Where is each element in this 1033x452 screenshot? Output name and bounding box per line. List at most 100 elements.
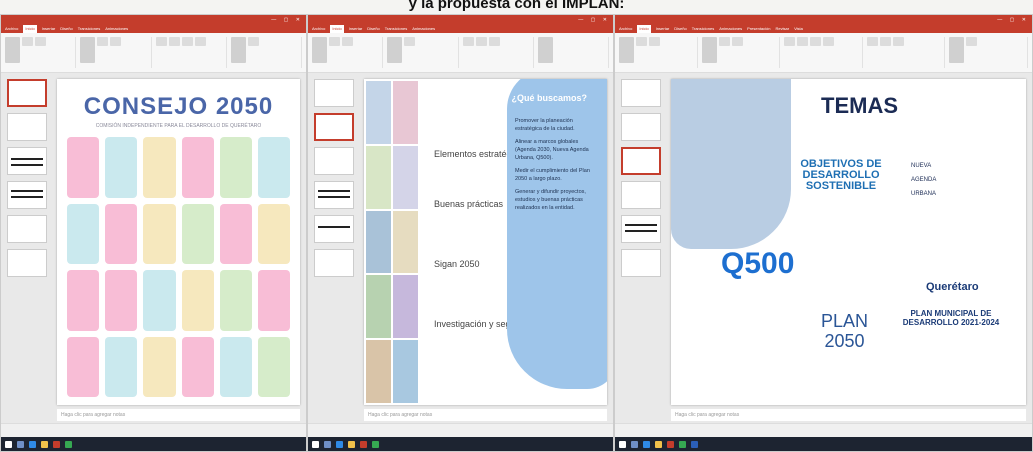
new-slide-button[interactable] [387, 37, 403, 63]
paste-button[interactable] [312, 37, 327, 63]
search-icon[interactable] [631, 440, 638, 448]
section-button[interactable] [731, 37, 743, 46]
italic-button[interactable] [797, 37, 809, 46]
tab-insert[interactable]: Insertar [42, 25, 56, 33]
tab-insert[interactable]: Insertar [656, 25, 670, 33]
tab-design[interactable]: Diseño [674, 25, 686, 33]
slide-thumbnail[interactable] [7, 147, 47, 175]
tab-file[interactable]: Archivo [312, 25, 325, 33]
tab-insert[interactable]: Insertar [349, 25, 363, 33]
window-controls[interactable]: — ▢ ✕ [271, 15, 303, 25]
slide-thumbnail[interactable] [621, 147, 661, 175]
edge-icon[interactable] [29, 440, 36, 448]
tab-transitions[interactable]: Transiciones [385, 25, 408, 33]
slide-thumbnail[interactable] [314, 249, 354, 277]
tab-slideshow[interactable]: Presentación [747, 25, 770, 33]
arrange-button[interactable] [966, 37, 978, 46]
tab-file[interactable]: Archivo [619, 25, 632, 33]
slide-thumbnail[interactable] [314, 147, 354, 175]
layout-button[interactable] [404, 37, 416, 46]
bullets-button[interactable] [866, 37, 878, 46]
new-slide-button[interactable] [80, 37, 96, 63]
slide-canvas[interactable]: TEMAS OBJETIVOS DE DESARROLLO SOSTENIBLE… [671, 79, 1026, 405]
layout-button[interactable] [718, 37, 730, 46]
slide-thumbnail[interactable] [7, 113, 47, 141]
paste-button[interactable] [5, 37, 20, 63]
folder-icon[interactable] [348, 440, 355, 448]
tab-home[interactable]: Inicio [330, 25, 344, 33]
folder-icon[interactable] [655, 440, 662, 448]
font-color-button[interactable] [194, 37, 206, 46]
copy-button[interactable] [649, 37, 660, 46]
notes-pane[interactable]: Haga clic para agregar notas [364, 409, 607, 421]
slide-thumbnail[interactable] [621, 113, 661, 141]
window-controls[interactable]: — ▢ ✕ [997, 15, 1029, 25]
slide-thumbnail[interactable] [7, 181, 47, 209]
search-icon[interactable] [324, 440, 331, 448]
new-slide-button[interactable] [701, 37, 717, 63]
italic-button[interactable] [168, 37, 180, 46]
shapes-button[interactable] [230, 37, 246, 63]
start-icon[interactable] [619, 440, 626, 448]
powerpoint-icon[interactable] [360, 440, 367, 448]
slide-thumbnail[interactable] [621, 79, 661, 107]
notes-pane[interactable]: Haga clic para agregar notas [671, 409, 1026, 421]
tab-file[interactable]: Archivo [5, 25, 18, 33]
shapes-button[interactable] [537, 37, 553, 63]
tab-home[interactable]: Inicio [23, 25, 37, 33]
search-icon[interactable] [17, 440, 24, 448]
slide-thumbnail[interactable] [314, 181, 354, 209]
tab-transitions[interactable]: Transiciones [692, 25, 715, 33]
copy-button[interactable] [35, 37, 46, 46]
bold-button[interactable] [462, 37, 474, 46]
copy-button[interactable] [342, 37, 353, 46]
slide-thumbnail[interactable] [7, 249, 47, 277]
slide-canvas[interactable]: Elementos estratégicos Buenas prácticas … [364, 79, 607, 405]
cut-button[interactable] [329, 37, 340, 46]
shapes-button[interactable] [949, 37, 965, 63]
slide-thumbnail[interactable] [7, 79, 47, 107]
chrome-icon[interactable] [679, 440, 686, 448]
layout-button[interactable] [97, 37, 109, 46]
slide-canvas[interactable]: CONSEJO 2050 COMISIÓN INDEPENDIENTE PARA… [57, 79, 300, 405]
window-controls[interactable]: — ▢ ✕ [578, 15, 610, 25]
tab-design[interactable]: Diseño [60, 25, 72, 33]
powerpoint-icon[interactable] [667, 440, 674, 448]
start-icon[interactable] [312, 440, 319, 448]
edge-icon[interactable] [643, 440, 650, 448]
slide-thumbnail[interactable] [314, 79, 354, 107]
tab-home[interactable]: Inicio [637, 25, 651, 33]
chrome-icon[interactable] [372, 440, 379, 448]
align-button[interactable] [892, 37, 904, 46]
slide-thumbnail[interactable] [621, 181, 661, 209]
underline-button[interactable] [810, 37, 822, 46]
slide-thumbnail[interactable] [621, 215, 661, 243]
cut-button[interactable] [636, 37, 647, 46]
slide-thumbnail[interactable] [314, 113, 354, 141]
powerpoint-icon[interactable] [53, 440, 60, 448]
arrange-button[interactable] [247, 37, 259, 46]
tab-review[interactable]: Revisar [776, 25, 790, 33]
numbering-button[interactable] [879, 37, 891, 46]
cut-button[interactable] [22, 37, 33, 46]
bold-button[interactable] [155, 37, 167, 46]
tab-transitions[interactable]: Transiciones [78, 25, 101, 33]
bold-button[interactable] [784, 37, 796, 46]
start-icon[interactable] [5, 440, 12, 448]
tab-design[interactable]: Diseño [367, 25, 379, 33]
tab-view[interactable]: Vista [794, 25, 803, 33]
word-icon[interactable] [691, 440, 698, 448]
slide-thumbnail[interactable] [621, 249, 661, 277]
slide-thumbnail[interactable] [7, 215, 47, 243]
folder-icon[interactable] [41, 440, 48, 448]
tab-animations[interactable]: Animaciones [105, 25, 128, 33]
reset-button[interactable] [110, 37, 122, 46]
font-color-button[interactable] [823, 37, 835, 46]
underline-button[interactable] [488, 37, 500, 46]
italic-button[interactable] [475, 37, 487, 46]
tab-animations[interactable]: Animaciones [412, 25, 435, 33]
slide-thumbnail[interactable] [314, 215, 354, 243]
edge-icon[interactable] [336, 440, 343, 448]
paste-button[interactable] [619, 37, 634, 63]
underline-button[interactable] [181, 37, 193, 46]
